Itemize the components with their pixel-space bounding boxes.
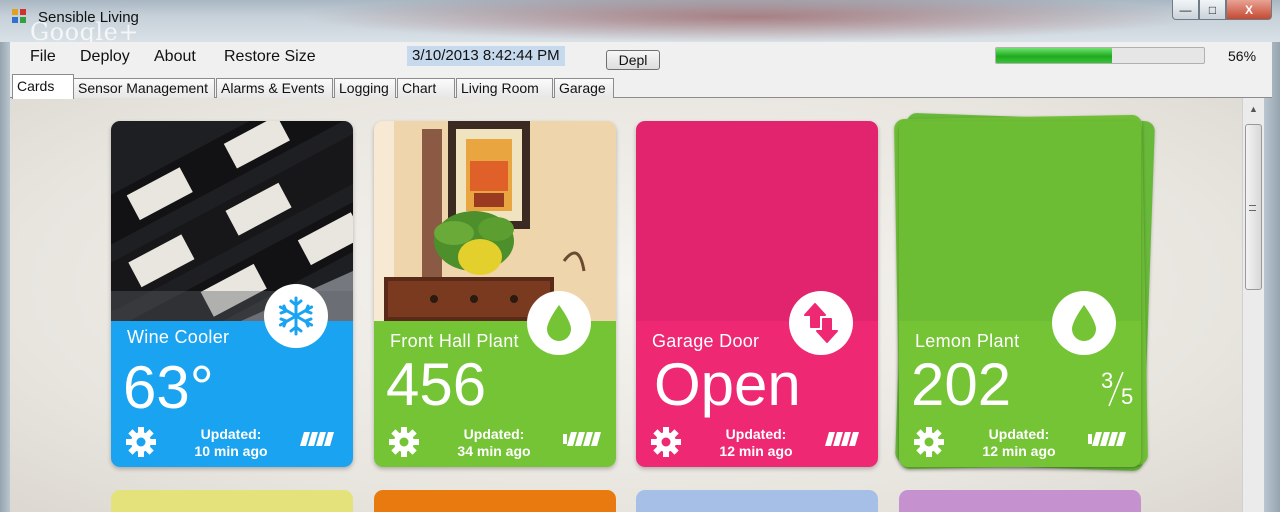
card-row2-2[interactable] <box>374 490 616 512</box>
title-bar-background <box>300 0 1200 42</box>
up-down-arrows-icon <box>789 291 853 355</box>
scroll-grip-icon <box>1249 205 1256 211</box>
updated-label: Updated: <box>725 426 787 442</box>
vertical-scrollbar[interactable]: ▲ <box>1242 98 1264 512</box>
card-lemon-plant[interactable]: Lemon Plant 202 3 5 Updated: 12 min ago <box>899 121 1141 467</box>
card-row2-4[interactable] <box>899 490 1141 512</box>
fraction-denominator: 5 <box>1121 384 1134 409</box>
card-top-panel <box>636 121 878 321</box>
updated-time: 34 min ago <box>457 443 531 459</box>
card-name: Garage Door <box>652 331 760 351</box>
water-drop-icon <box>527 291 591 355</box>
card-row2-3[interactable] <box>636 490 878 512</box>
card-front-hall-plant[interactable]: Front Hall Plant 456 Updated: 34 min ago <box>374 121 616 467</box>
menu-about[interactable]: About <box>154 48 196 66</box>
card-garage-door[interactable]: Garage Door Open Updated: 12 min ago <box>636 121 878 467</box>
water-drop-icon <box>1052 291 1116 355</box>
card-value: 63° <box>123 354 214 421</box>
card-name: Lemon Plant <box>915 331 1020 351</box>
tab-living-room[interactable]: Living Room <box>456 78 553 99</box>
battery-icon <box>563 432 601 446</box>
app-icon <box>12 9 28 25</box>
updated-time: 10 min ago <box>194 443 268 459</box>
maximize-button[interactable]: □ <box>1199 0 1226 20</box>
hallway-plant-photo <box>374 121 616 321</box>
tab-alarms-events[interactable]: Alarms & Events <box>216 78 333 99</box>
tab-cards[interactable]: Cards <box>12 74 74 99</box>
close-button[interactable]: X <box>1226 0 1272 20</box>
card-name: Front Hall Plant <box>390 331 519 351</box>
tab-logging[interactable]: Logging <box>334 78 396 99</box>
card-wine-cooler[interactable]: Wine Cooler 63° Updated: 10 min ago <box>111 121 353 467</box>
tab-bar: Cards Sensor Management Alarms & Events … <box>10 74 1272 99</box>
card-count-fraction: 3 5 <box>1099 368 1135 410</box>
cards-panel: Wine Cooler 63° Updated: 10 min ago Fron… <box>10 98 1242 512</box>
minimize-button[interactable]: — <box>1172 0 1199 20</box>
progress-bar-fill <box>996 48 1113 63</box>
title-bar[interactable]: Sensible Living Google+ — □ X <box>0 0 1280 46</box>
gear-icon[interactable] <box>388 426 420 458</box>
battery-icon <box>300 432 334 446</box>
updated-label: Updated: <box>200 426 262 442</box>
window-left-border <box>0 42 10 512</box>
updated-info: Updated: 34 min ago <box>444 426 544 460</box>
progress-bar <box>995 47 1205 64</box>
window-right-border <box>1264 42 1280 512</box>
card-value: 202 <box>911 351 1012 418</box>
updated-label: Updated: <box>988 426 1050 442</box>
updated-time: 12 min ago <box>719 443 793 459</box>
tab-garage[interactable]: Garage <box>554 78 614 99</box>
updated-info: Updated: 12 min ago <box>969 426 1069 460</box>
card-name: Wine Cooler <box>127 327 230 347</box>
card-row2-1[interactable] <box>111 490 353 512</box>
battery-icon <box>825 432 859 446</box>
tab-chart[interactable]: Chart <box>397 78 455 99</box>
scroll-up-arrow-icon[interactable]: ▲ <box>1243 98 1264 120</box>
menu-file[interactable]: File <box>30 48 56 66</box>
snowflake-icon <box>264 284 328 348</box>
gear-icon[interactable] <box>125 426 157 458</box>
tab-sensor-management[interactable]: Sensor Management <box>73 78 215 99</box>
card-value: Open <box>654 351 801 418</box>
card-value: 456 <box>386 351 487 418</box>
progress-percent: 56% <box>1228 48 1257 64</box>
menu-deploy[interactable]: Deploy <box>80 48 130 66</box>
gear-icon[interactable] <box>913 426 945 458</box>
gear-icon[interactable] <box>650 426 682 458</box>
updated-time: 12 min ago <box>982 443 1056 459</box>
updated-label: Updated: <box>463 426 525 442</box>
menu-restore-size[interactable]: Restore Size <box>224 48 316 66</box>
battery-icon <box>1088 432 1126 446</box>
depl-button[interactable]: Depl <box>606 50 660 70</box>
timestamp-display: 3/10/2013 8:42:44 PM <box>407 46 565 66</box>
card-top-panel <box>899 121 1141 321</box>
updated-info: Updated: 12 min ago <box>706 426 806 460</box>
updated-info: Updated: 10 min ago <box>181 426 281 460</box>
